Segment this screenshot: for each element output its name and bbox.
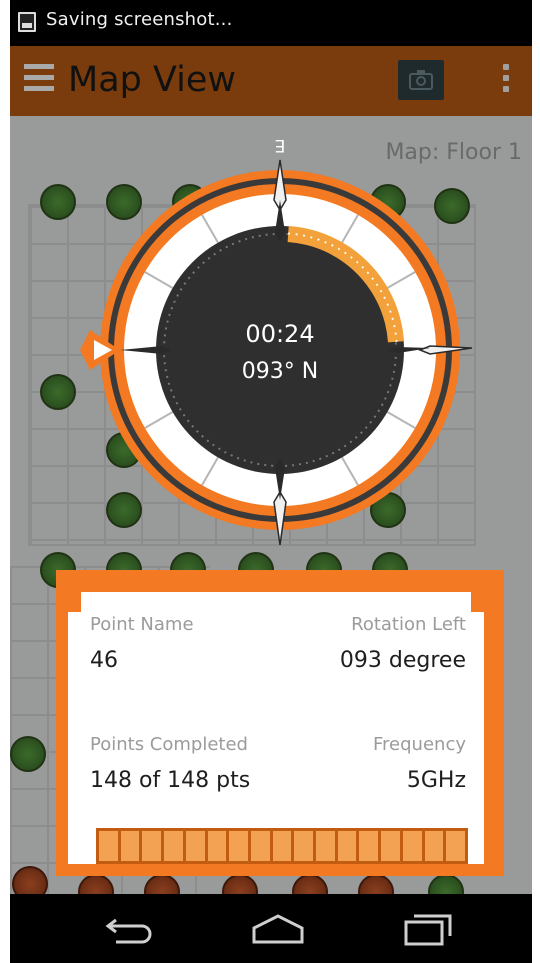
tree-brown (222, 874, 258, 894)
progress-segment (381, 831, 403, 861)
image-icon (18, 12, 36, 32)
rotation-left-value: 093 degree (339, 648, 466, 673)
status-text: Saving screenshot... (46, 9, 233, 30)
frequency-label: Frequency (373, 734, 466, 755)
progress-segment (424, 831, 447, 861)
page-title: Map View (68, 60, 237, 100)
system-nav-bar (10, 894, 532, 963)
progress-segment (229, 831, 251, 861)
camera-button[interactable] (398, 60, 444, 100)
point-name-label: Point Name (90, 614, 194, 635)
progress-segment (337, 831, 360, 861)
tree (428, 874, 464, 894)
rotation-left-label: Rotation Left (351, 614, 466, 635)
progress-segment (446, 831, 465, 861)
progress-segment (316, 831, 338, 861)
compass-dial: E S N 00:24 093° N (80, 135, 490, 546)
app-bar: Map View (10, 46, 532, 116)
map-view[interactable]: Map: Floor 1 E 00:24 093° N Point Name 4… (10, 116, 532, 894)
progress-segment (185, 831, 208, 861)
compass-label-e: E (275, 135, 286, 155)
compass-time: 00:24 (245, 320, 314, 348)
recents-icon[interactable] (400, 910, 456, 948)
point-name-value: 46 (90, 648, 118, 673)
compass-needle-south (273, 458, 287, 546)
progress-segment (272, 831, 295, 861)
phone-screen: Saving screenshot... Map View Map: Floor… (10, 0, 532, 963)
progress-segment (294, 831, 317, 861)
progress-segment (142, 831, 165, 861)
frequency-value: 5GHz (406, 768, 466, 793)
progress-segment (120, 831, 143, 861)
overflow-menu-icon[interactable] (503, 64, 509, 98)
hamburger-menu-icon[interactable] (24, 64, 54, 96)
status-bar: Saving screenshot... (10, 0, 532, 46)
progress-segment (250, 831, 273, 861)
points-completed-value: 148 of 148 pts (90, 768, 251, 793)
completion-progress-bar (96, 828, 468, 864)
point-info-card: Point Name 46 Rotation Left 093 degree P… (56, 570, 504, 876)
progress-segment (164, 831, 186, 861)
compass-label-s: S (487, 347, 490, 358)
progress-segment (99, 831, 121, 861)
progress-segment (207, 831, 230, 861)
tree (10, 736, 46, 772)
compass-heading: 093° N (242, 359, 318, 384)
point-info-panel: Point Name 46 Rotation Left 093 degree P… (67, 592, 485, 864)
camera-icon (409, 70, 433, 90)
tree-brown (292, 874, 328, 894)
back-icon[interactable] (102, 910, 158, 948)
home-icon[interactable] (248, 910, 308, 948)
points-completed-label: Points Completed (90, 734, 248, 755)
progress-segment (402, 831, 425, 861)
tree-brown (358, 874, 394, 894)
tree-brown (12, 866, 48, 894)
progress-segment (359, 831, 382, 861)
